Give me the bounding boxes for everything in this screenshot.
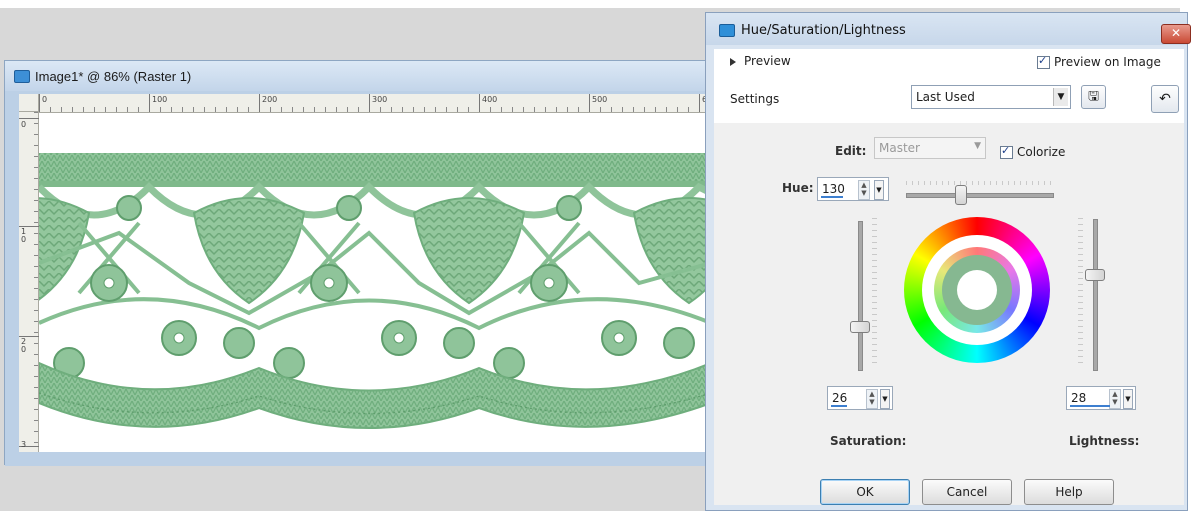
- colorize-label: Colorize: [1017, 145, 1066, 159]
- lightness-ticks: [1078, 218, 1083, 368]
- image-window-titlebar[interactable]: Image1* @ 86% (Raster 1): [5, 61, 715, 91]
- hue-slider-thumb[interactable]: [955, 185, 967, 205]
- edit-label: Edit:: [835, 144, 867, 158]
- hue-spinbox[interactable]: 130 ▲ ▼ ▼: [817, 177, 889, 201]
- ok-button[interactable]: OK: [820, 479, 910, 505]
- cancel-button[interactable]: Cancel: [922, 479, 1012, 505]
- hue-ticks: [906, 181, 1052, 185]
- ruler-label: 2 0: [21, 337, 27, 354]
- hue-label: Hue:: [782, 181, 814, 195]
- saturation-label: Saturation:: [830, 434, 907, 448]
- ruler-horizontal: 0 100 200 300 400 500 60: [39, 94, 712, 113]
- image-window[interactable]: Image1* @ 86% (Raster 1) 0 100 200 300 4…: [4, 60, 716, 466]
- settings-label: Settings: [730, 92, 780, 106]
- saturation-slider-thumb[interactable]: [850, 321, 870, 333]
- ruler-label: 200: [262, 95, 278, 104]
- ruler-major-tick: [259, 94, 260, 112]
- lace-image: [39, 153, 711, 429]
- ruler-label: 100: [152, 95, 168, 104]
- saturation-spinbox[interactable]: 26 ▲ ▼ ▼: [827, 386, 893, 410]
- chevron-down-icon: ▼: [974, 141, 981, 151]
- ruler-label: 3: [21, 440, 27, 449]
- ruler-label: 300: [372, 95, 388, 104]
- ruler-major-tick: [19, 118, 39, 119]
- image-window-bottom-edge: [5, 452, 715, 466]
- settings-value: Last Used: [916, 90, 975, 104]
- hue-slider-track[interactable]: [906, 193, 1054, 198]
- spin-arrows-icon[interactable]: ▲ ▼: [858, 180, 870, 200]
- ruler-label: 0: [21, 120, 27, 129]
- lightness-spinbox[interactable]: 28 ▲ ▼ ▼: [1066, 386, 1136, 410]
- spin-arrows-icon[interactable]: ▲ ▼: [866, 389, 878, 409]
- chevron-down-icon[interactable]: ▼: [880, 389, 890, 409]
- lightness-slider-thumb[interactable]: [1085, 269, 1105, 281]
- ruler-major-tick: [149, 94, 150, 112]
- hue-underline: [821, 196, 843, 198]
- preview-label: Preview: [744, 54, 791, 68]
- preview-on-image-label: Preview on Image: [1054, 55, 1161, 69]
- saturation-underline: [831, 405, 847, 407]
- saturation-ticks: [872, 218, 877, 368]
- dialog-titlebar[interactable]: Hue/Saturation/Lightness ✕: [706, 13, 1191, 45]
- disk-icon: 🖫: [1087, 89, 1100, 104]
- ruler-major-tick: [39, 94, 40, 112]
- saturation-value: 26: [832, 391, 848, 405]
- hue-value: 130: [822, 182, 845, 196]
- wheel-center: [957, 270, 997, 310]
- edit-dropdown: Master ▼: [874, 137, 986, 159]
- save-preset-button[interactable]: 🖫: [1081, 85, 1106, 109]
- ruler-label: 500: [592, 95, 608, 104]
- image-window-title: Image1* @ 86% (Raster 1): [35, 69, 192, 84]
- image-icon: [14, 70, 30, 83]
- expand-triangle-icon: [730, 57, 736, 66]
- preview-expander[interactable]: Preview: [730, 54, 791, 68]
- image-canvas[interactable]: [39, 113, 711, 452]
- ruler-corner: [19, 94, 39, 112]
- color-wheel[interactable]: [904, 217, 1050, 363]
- ruler-major-tick: [369, 94, 370, 112]
- colorize-checkbox[interactable]: ✓ Colorize: [1000, 144, 1066, 159]
- ruler-label: 1 0: [21, 227, 27, 244]
- ruler-major-tick: [479, 94, 480, 112]
- close-button[interactable]: ✕: [1161, 24, 1191, 44]
- help-button[interactable]: Help: [1024, 479, 1114, 505]
- workspace: Image1* @ 86% (Raster 1) 0 100 200 300 4…: [0, 0, 1194, 511]
- edit-value: Master: [879, 141, 920, 155]
- hue-saturation-dialog[interactable]: Hue/Saturation/Lightness ✕ Preview ✓ Prev…: [705, 12, 1191, 511]
- chevron-down-icon[interactable]: ▼: [874, 180, 884, 200]
- ruler-label: 0: [42, 95, 48, 104]
- chevron-down-icon[interactable]: ▼: [1123, 389, 1133, 409]
- dialog-title: Hue/Saturation/Lightness: [741, 23, 906, 38]
- preview-on-image-checkbox[interactable]: ✓ Preview on Image: [1037, 54, 1161, 69]
- checkbox-icon: ✓: [1000, 144, 1013, 159]
- chevron-down-icon: ▼: [1053, 88, 1068, 106]
- checkbox-icon: ✓: [1037, 54, 1050, 69]
- saturation-slider-track[interactable]: [858, 221, 863, 371]
- lightness-label: Lightness:: [1069, 434, 1140, 448]
- spin-arrows-icon[interactable]: ▲ ▼: [1109, 389, 1121, 409]
- settings-dropdown[interactable]: Last Used ▼: [911, 85, 1071, 109]
- ruler-label: 400: [482, 95, 498, 104]
- lightness-underline: [1070, 405, 1110, 407]
- ruler-major-tick: [699, 94, 700, 112]
- lightness-slider-track[interactable]: [1093, 219, 1098, 371]
- ruler-vertical: 0 1 0 2 0 3: [19, 112, 39, 452]
- ruler-major-tick: [589, 94, 590, 112]
- reset-icon: ↶: [1159, 91, 1171, 107]
- lightness-value: 28: [1071, 391, 1087, 405]
- workspace-top-strip: [0, 0, 1194, 8]
- camera-icon: [719, 24, 735, 37]
- reset-button[interactable]: ↶: [1151, 85, 1179, 113]
